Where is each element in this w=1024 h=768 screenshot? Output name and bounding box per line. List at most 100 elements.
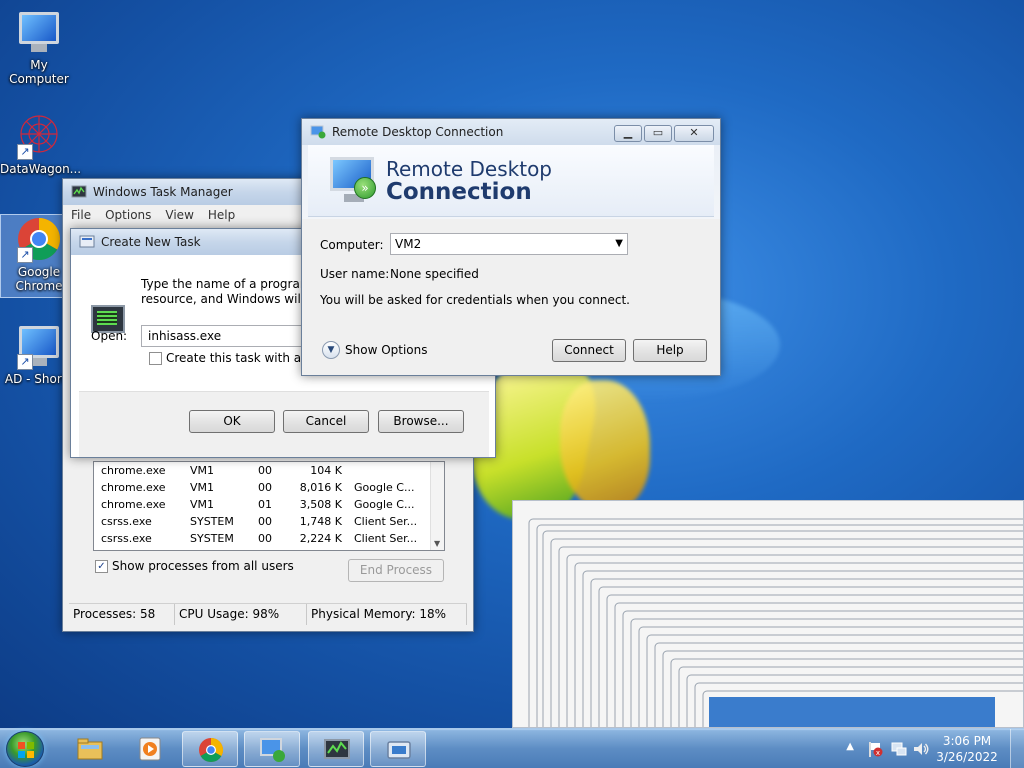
- create-task-footer: OK Cancel Browse...: [79, 391, 489, 457]
- taskbar-media-player[interactable]: [122, 731, 178, 767]
- chevron-down-icon[interactable]: ▼: [322, 341, 340, 359]
- open-label: Open:: [91, 329, 128, 343]
- menu-help[interactable]: Help: [208, 205, 235, 225]
- process-description: [346, 462, 418, 479]
- banner-title-line1: Remote Desktop: [386, 157, 553, 181]
- process-memory: 3,508 K: [299, 498, 342, 511]
- window-title: Remote Desktop Connection: [332, 125, 504, 139]
- table-row[interactable]: csrss.exe SYSTEM 00 1,748 K Client Ser..…: [94, 513, 444, 530]
- process-name: chrome.exe: [101, 464, 166, 477]
- help-button[interactable]: Help: [633, 339, 707, 362]
- process-memory: 104 K: [310, 464, 342, 477]
- close-button[interactable]: ✕: [674, 125, 714, 142]
- status-processes: Processes: 58: [69, 604, 175, 625]
- clock-date: 3/26/2022: [936, 750, 998, 764]
- process-list-scrollbar[interactable]: ▼: [430, 462, 444, 550]
- admin-row[interactable]: Create this task with admi: [149, 351, 324, 365]
- credentials-note: You will be asked for credentials when y…: [320, 293, 630, 307]
- window-controls: ▁ ▭ ✕: [612, 125, 714, 142]
- process-cpu: 00: [258, 464, 272, 477]
- nested-remote-screens: [528, 518, 1023, 727]
- process-description: Client Ser...: [354, 532, 418, 545]
- username-label: User name:: [320, 267, 390, 281]
- ok-button[interactable]: OK: [189, 410, 275, 433]
- show-all-users-checkbox[interactable]: ✓: [95, 560, 108, 573]
- taskbar-explorer[interactable]: [62, 731, 118, 767]
- process-name: chrome.exe: [101, 498, 166, 511]
- process-cpu: 00: [258, 481, 272, 494]
- taskbar-remote-session[interactable]: [370, 731, 426, 767]
- table-row[interactable]: csrss.exe SYSTEM 00 2,224 K Client Ser..…: [94, 530, 444, 547]
- show-desktop-button[interactable]: [1010, 729, 1024, 768]
- action-center-flag-icon[interactable]: x: [866, 740, 884, 758]
- remote-screen-preview: [512, 500, 1024, 728]
- table-row[interactable]: chrome.exe VM1 01 3,508 K Google C...: [94, 496, 444, 513]
- wallpaper-shape: [560, 380, 650, 510]
- browse-button[interactable]: Browse...: [378, 410, 464, 433]
- folder-icon: [77, 738, 103, 760]
- status-memory: Physical Memory: 18%: [307, 604, 467, 625]
- process-cpu: 01: [258, 498, 272, 511]
- process-user: VM1: [190, 481, 215, 494]
- datawagon-icon: ↗: [15, 112, 63, 160]
- show-hidden-icons[interactable]: ▲: [846, 741, 854, 752]
- desktop-icon-my-computer[interactable]: My Computer: [0, 8, 78, 86]
- create-task-description: Type the name of a program, f resource, …: [141, 277, 323, 307]
- taskbar-chrome[interactable]: [182, 731, 238, 767]
- process-user: SYSTEM: [190, 532, 234, 545]
- shortcut-arrow-icon: ↗: [17, 144, 33, 160]
- show-all-users-row[interactable]: ✓ Show processes from all users: [95, 559, 294, 573]
- cancel-button[interactable]: Cancel: [283, 410, 369, 433]
- desktop-icon-datawagon[interactable]: ↗ DataWagon...: [0, 112, 82, 176]
- connect-arrow-icon: »: [354, 177, 376, 199]
- taskbar-task-manager[interactable]: [308, 731, 364, 767]
- clock[interactable]: 3:06 PM 3/26/2022: [932, 733, 1002, 765]
- process-user: VM1: [190, 464, 215, 477]
- shortcut-arrow-icon: ↗: [17, 247, 33, 263]
- volume-icon[interactable]: [912, 740, 930, 758]
- process-description: Client Ser...: [354, 515, 418, 528]
- process-name: chrome.exe: [101, 481, 166, 494]
- maximize-button[interactable]: ▭: [644, 125, 672, 142]
- taskbar-remote-desktop[interactable]: [244, 731, 300, 767]
- rdp-titlebar[interactable]: Remote Desktop Connection ▁ ▭ ✕: [302, 119, 720, 145]
- chrome-icon: ↗: [15, 215, 63, 263]
- computer-label: Computer:: [320, 238, 384, 252]
- computer-value: VM2: [395, 237, 422, 251]
- dropdown-arrow-icon[interactable]: ▼: [615, 234, 623, 254]
- computer-icon: [15, 8, 63, 56]
- menu-options[interactable]: Options: [105, 205, 151, 225]
- table-row[interactable]: chrome.exe VM1 00 104 K: [94, 462, 444, 479]
- remote-desktop-window[interactable]: Remote Desktop Connection ▁ ▭ ✕ » Remote…: [301, 118, 721, 376]
- desktop-icon-label: DataWagon...: [0, 162, 82, 176]
- network-icon[interactable]: [890, 740, 908, 758]
- username-value: None specified: [390, 267, 479, 281]
- description-line: resource, and Windows will op: [141, 292, 323, 306]
- process-user: SYSTEM: [190, 515, 234, 528]
- show-options-toggle[interactable]: ▼ Show Options: [322, 341, 428, 359]
- table-row[interactable]: chrome.exe VM1 00 8,016 K Google C...: [94, 479, 444, 496]
- window-title: Windows Task Manager: [93, 185, 233, 199]
- process-user: VM1: [190, 498, 215, 511]
- status-cpu: CPU Usage: 98%: [175, 604, 307, 625]
- computer-select[interactable]: VM2 ▼: [390, 233, 628, 255]
- admin-checkbox[interactable]: [149, 352, 162, 365]
- run-dialog-icon: [79, 235, 95, 248]
- connect-button[interactable]: Connect: [552, 339, 626, 362]
- taskbar: ▲ x 3:06 PM 3/26/2022: [0, 728, 1024, 768]
- end-process-button[interactable]: End Process: [348, 559, 444, 582]
- remote-desktop-icon: [260, 738, 285, 762]
- process-list[interactable]: chrome.exe VM1 00 104 K chrome.exe VM1 0…: [93, 461, 445, 551]
- process-memory: 2,224 K: [299, 532, 342, 545]
- process-cpu: 00: [258, 515, 272, 528]
- process-memory: 8,016 K: [299, 481, 342, 494]
- process-name: csrss.exe: [101, 532, 152, 545]
- desktop-icon-label: My Computer: [9, 58, 69, 86]
- menu-file[interactable]: File: [71, 205, 91, 225]
- start-button[interactable]: [6, 731, 44, 767]
- show-all-users-label: Show processes from all users: [112, 559, 294, 573]
- chrome-icon: [199, 738, 224, 763]
- menu-view[interactable]: View: [165, 205, 193, 225]
- scroll-down-icon[interactable]: ▼: [434, 539, 440, 548]
- minimize-button[interactable]: ▁: [614, 125, 642, 142]
